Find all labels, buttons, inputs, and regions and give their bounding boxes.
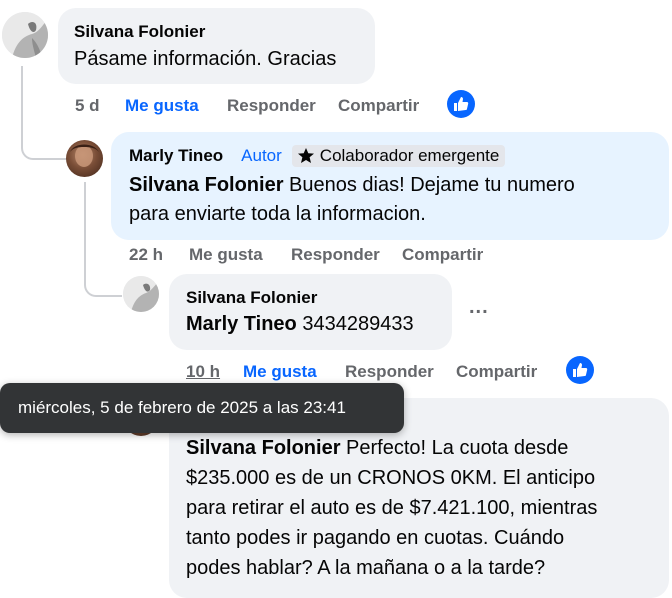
thread-line — [21, 66, 23, 126]
mention[interactable]: Marly Tineo — [186, 313, 297, 335]
avatar[interactable] — [123, 276, 159, 312]
reply-button[interactable]: Responder — [291, 245, 380, 265]
reply-connector — [21, 118, 67, 160]
like-button[interactable]: Me gusta — [125, 96, 199, 116]
comment-author[interactable]: Silvana Folonier — [186, 288, 435, 308]
like-button[interactable]: Me gusta — [189, 245, 263, 265]
comment-time[interactable]: 5 d — [75, 96, 100, 116]
like-icon — [454, 97, 469, 111]
comment-time[interactable]: 22 h — [129, 245, 163, 265]
thread-line — [84, 182, 86, 257]
comment-author[interactable]: Marly Tineo — [129, 146, 223, 166]
like-reaction-icon[interactable] — [566, 356, 594, 384]
reply-connector — [84, 250, 122, 297]
mention[interactable]: Silvana Folonier — [186, 437, 340, 459]
share-button[interactable]: Compartir — [456, 362, 537, 382]
timestamp-tooltip: miércoles, 5 de febrero de 2025 a las 23… — [0, 383, 404, 433]
author-tag: Autor — [241, 146, 282, 165]
reply-button[interactable]: Responder — [227, 96, 316, 116]
share-button[interactable]: Compartir — [338, 96, 419, 116]
tooltip-text: miércoles, 5 de febrero de 2025 a las 23… — [18, 398, 346, 417]
more-options-button[interactable]: ... — [469, 296, 489, 319]
comment-time[interactable]: 10 h — [186, 362, 220, 382]
comment-bubble: Silvana Folonier Pásame información. Gra… — [58, 8, 375, 84]
mention[interactable]: Silvana Folonier — [129, 174, 283, 196]
comment-text: Silvana Folonier Buenos dias! Dejame tu … — [129, 174, 575, 225]
share-button[interactable]: Compartir — [402, 245, 483, 265]
comment-bubble: Silvana Folonier Marly Tineo 3434289433 — [169, 274, 452, 350]
comment-text: Pásame información. Gracias — [74, 48, 337, 70]
contributor-badge[interactable]: Colaborador emergente — [291, 145, 506, 167]
comment-bubble: Marly Tineo Autor Colaborador emergente … — [111, 132, 669, 240]
like-reaction-icon[interactable] — [447, 90, 475, 118]
comment-author[interactable]: Silvana Folonier — [74, 22, 359, 42]
badge-label: Colaborador emergente — [319, 146, 500, 165]
comment-text: Silvana Folonier Perfecto! La cuota desd… — [186, 437, 598, 579]
reply-button[interactable]: Responder — [345, 362, 434, 382]
comment-text: Marly Tineo 3434289433 — [186, 313, 414, 335]
star-icon — [297, 148, 314, 163]
avatar[interactable] — [2, 12, 48, 58]
like-icon — [573, 363, 588, 377]
avatar[interactable] — [66, 140, 103, 177]
like-button[interactable]: Me gusta — [243, 362, 317, 382]
